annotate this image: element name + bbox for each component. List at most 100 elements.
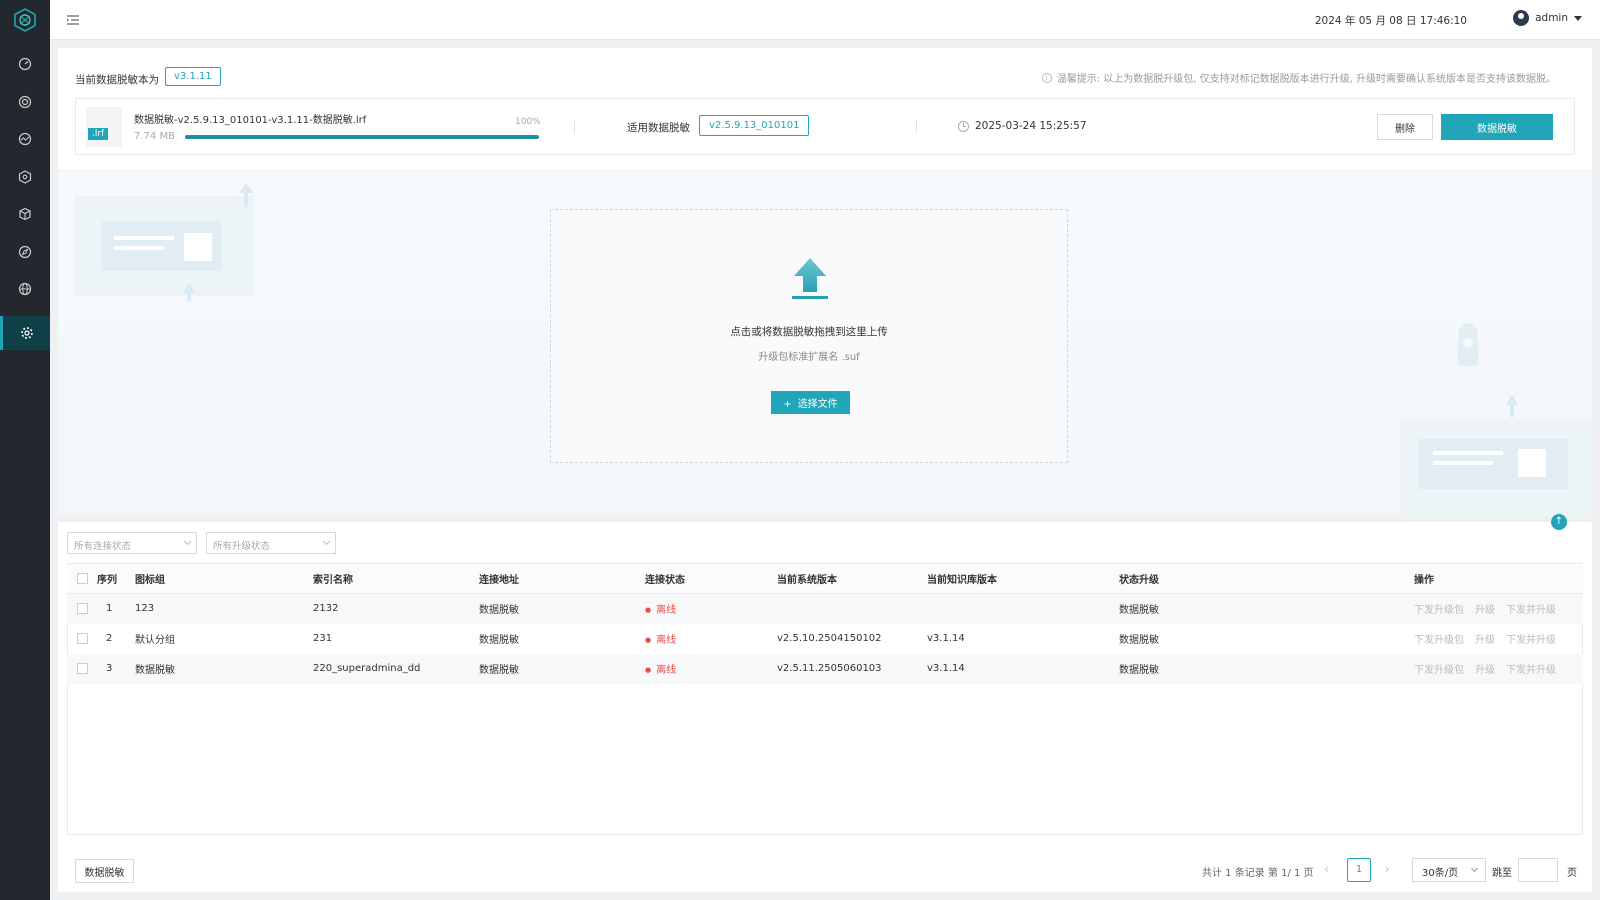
- col-header-upgrade-status: 状态升级: [1119, 563, 1414, 594]
- push-and-upgrade-link[interactable]: 下发并升级: [1506, 665, 1556, 676]
- target-icon: [18, 95, 32, 109]
- file-name: 数据脱敏-v2.5.9.13_010101-v3.1.11-数据脱敏.lrf: [134, 115, 367, 126]
- dashboard-icon: [18, 57, 32, 71]
- cell-kb-version: v3.1.14: [927, 653, 1119, 684]
- upgrade-status-placeholder: 所有升级状态: [213, 541, 271, 552]
- connect-status-placeholder: 所有连接状态: [74, 541, 132, 552]
- cell-group: 数据脱敏: [135, 653, 313, 684]
- globe-icon: [18, 282, 32, 296]
- select-all-cell: [67, 563, 97, 594]
- push-package-link[interactable]: 下发升级包: [1414, 605, 1464, 616]
- col-header-address: 连接地址: [479, 563, 645, 594]
- upgrade-status-filter[interactable]: 所有升级状态: [206, 532, 336, 554]
- upload-extension-hint: 升级包标准扩展名 .suf: [758, 352, 860, 363]
- sidebar-item-monitor[interactable]: [0, 122, 50, 156]
- username: admin: [1535, 12, 1568, 24]
- sidebar-item-dashboard[interactable]: [0, 47, 50, 81]
- col-header-connect-status: 连接状态: [645, 563, 777, 594]
- file-icon: [86, 107, 122, 147]
- hexagon-icon: [18, 170, 32, 184]
- upload-area: 点击或将数据脱敏拖拽到这里上传 升级包标准扩展名 .suf + 选择文件: [58, 170, 1592, 515]
- upload-time: 2025-03-24 15:25:57: [975, 120, 1087, 132]
- info-icon: i: [1041, 72, 1052, 83]
- current-datetime: 2024 年 05 月 08 日 17:46:10: [1314, 15, 1467, 27]
- monitor-icon: [18, 132, 32, 146]
- row-checkbox[interactable]: [77, 632, 88, 644]
- chevron-left-icon[interactable]: ‹: [1324, 862, 1329, 876]
- tip-text: 温馨提示: 以上为数据脱升级包, 仅支持对标记数据脱版本进行升级, 升级时需要确…: [1056, 74, 1556, 85]
- upgrade-link[interactable]: 升级: [1475, 635, 1495, 646]
- cell-address: 数据脱敏: [479, 593, 645, 624]
- user-menu[interactable]: admin: [1513, 10, 1582, 26]
- upload-instruction: 点击或将数据脱敏拖拽到这里上传: [730, 326, 888, 338]
- goto-page-input[interactable]: [1518, 858, 1558, 882]
- apply-version-label: 适用数据脱敏: [627, 122, 690, 134]
- device-table: 序列 图标组 索引名称 连接地址 连接状态 当前系统版本 当前知识库版本 状态升…: [67, 563, 1583, 684]
- app-logo-icon[interactable]: [13, 8, 37, 32]
- current-version-label: 当前数据脱敏本为: [75, 74, 159, 86]
- push-package-link[interactable]: 下发升级包: [1414, 635, 1464, 646]
- gear-icon: [20, 327, 33, 339]
- sidebar-item-hexagon[interactable]: [0, 160, 50, 194]
- push-and-upgrade-link[interactable]: 下发并升级: [1506, 635, 1556, 646]
- cell-upgrade-status: 数据脱敏: [1119, 635, 1159, 646]
- plus-icon: +: [783, 399, 792, 410]
- cell-actions: 下发升级包 升级 下发并升级: [1414, 653, 1583, 684]
- cell-seq: 1: [97, 593, 135, 624]
- sidebar-item-settings[interactable]: [0, 316, 50, 350]
- cell-system-version: v2.5.11.2505060103: [777, 653, 927, 684]
- col-header-group: 图标组: [135, 563, 313, 594]
- current-version-badge: v3.1.11: [165, 67, 221, 86]
- apply-upgrade-button[interactable]: 数据脱敏: [1441, 114, 1553, 140]
- cell-upgrade-status: 数据脱敏: [1119, 593, 1414, 624]
- apply-version-badge: v2.5.9.13_010101: [699, 115, 810, 136]
- file-size: 7.74 MB: [134, 131, 175, 142]
- row-checkbox[interactable]: [77, 603, 88, 614]
- cell-kb-version: v3.1.14: [927, 633, 965, 644]
- upgrade-link[interactable]: 升级: [1475, 665, 1495, 676]
- select-all-checkbox[interactable]: [77, 572, 88, 584]
- chevron-down-icon: [1470, 864, 1479, 873]
- decorative-illustration-left: [74, 183, 254, 301]
- choose-file-button[interactable]: + 选择文件: [771, 391, 850, 414]
- row-checkbox[interactable]: [77, 662, 88, 674]
- sidebar-item-cube[interactable]: [0, 197, 50, 231]
- chevron-right-icon[interactable]: ›: [1385, 862, 1390, 876]
- batch-action-button[interactable]: 数据脱敏: [75, 859, 134, 883]
- col-header-seq: 序列: [97, 563, 135, 594]
- cell-group: 123: [135, 593, 313, 624]
- topbar: 2024 年 05 月 08 日 17:46:10 admin: [50, 0, 1600, 40]
- cell-system-version: [777, 593, 927, 624]
- table-header-row: 序列 图标组 索引名称 连接地址 连接状态 当前系统版本 当前知识库版本 状态升…: [67, 563, 1583, 594]
- col-header-index: 索引名称: [313, 563, 479, 594]
- cell-index: 2132: [313, 593, 479, 624]
- delete-button[interactable]: 删除: [1377, 114, 1433, 140]
- clock-icon: [958, 121, 969, 132]
- cell-status: 离线: [645, 593, 777, 624]
- cell-actions: 下发升级包 升级 下发并升级: [1414, 624, 1583, 654]
- upload-dropzone[interactable]: 点击或将数据脱敏拖拽到这里上传 升级包标准扩展名 .suf + 选择文件: [550, 209, 1068, 463]
- sidebar-item-globe[interactable]: [0, 272, 50, 306]
- col-header-kb-version: 当前知识库版本: [927, 563, 1119, 594]
- table-row: 3 数据脱敏 220_superadmina_dd 数据脱敏 离线 v2.5.1…: [67, 653, 1583, 684]
- cube-icon: [19, 207, 31, 221]
- upgrade-link[interactable]: 升级: [1475, 605, 1495, 616]
- chevron-down-icon: [322, 537, 331, 546]
- uploaded-file-card: .lrf 数据脱敏-v2.5.9.13_010101-v3.1.11-数据脱敏.…: [75, 98, 1575, 155]
- sidebar-item-target[interactable]: [0, 85, 50, 119]
- cell-group: 默认分组: [135, 635, 175, 646]
- goto-label: 跳至: [1492, 868, 1512, 879]
- cell-system-version: v2.5.10.2504150102: [777, 633, 882, 644]
- upgrade-panel: 当前数据脱敏本为 v3.1.11 i 温馨提示: 以上为数据脱升级包, 仅支持对…: [58, 48, 1592, 515]
- sidebar-item-compass[interactable]: [0, 235, 50, 269]
- page-size-select[interactable]: 30条/页: [1412, 858, 1486, 882]
- back-to-top-icon[interactable]: ↑: [1551, 514, 1567, 530]
- push-package-link[interactable]: 下发升级包: [1414, 665, 1464, 676]
- cell-kb-version: [927, 593, 1119, 624]
- page-number-button[interactable]: 1: [1347, 858, 1371, 882]
- cell-status: 离线: [645, 624, 777, 654]
- menu-collapse-icon[interactable]: [66, 13, 80, 27]
- push-and-upgrade-link[interactable]: 下发并升级: [1506, 605, 1556, 616]
- connect-status-filter[interactable]: 所有连接状态: [67, 532, 197, 554]
- cell-actions: 下发升级包 升级 下发并升级: [1414, 593, 1583, 624]
